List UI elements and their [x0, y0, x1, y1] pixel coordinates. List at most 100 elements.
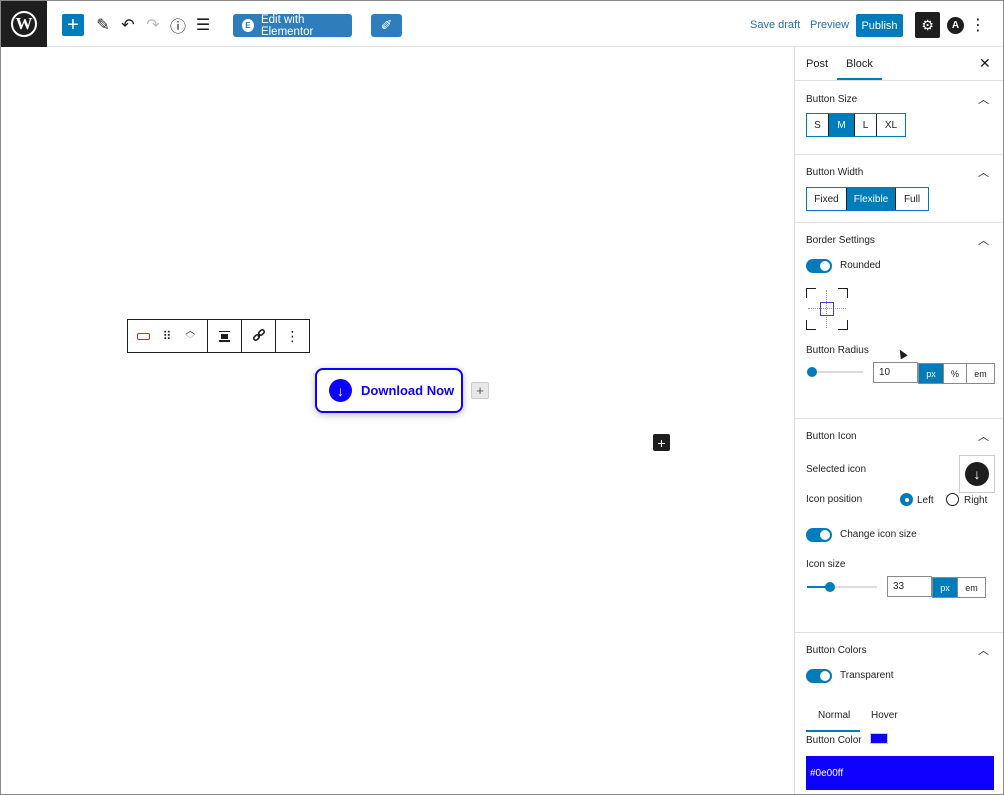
- button-radius-slider[interactable]: [807, 367, 863, 377]
- sidebar-tabs: Post Block ✕: [795, 47, 1003, 81]
- wordpress-logo-icon: W: [11, 11, 37, 37]
- panel-title[interactable]: Border Settings: [806, 235, 875, 246]
- corner-bottom-right[interactable]: [838, 320, 848, 330]
- icon-position-left-label[interactable]: Left: [917, 495, 934, 506]
- pencil-icon: ✎: [96, 17, 110, 34]
- button-radius-input[interactable]: 10: [873, 362, 918, 383]
- change-icon-size-toggle[interactable]: [806, 528, 832, 542]
- radius-unit-control: px % em: [918, 363, 995, 384]
- arrow-down-circle-icon: ↓: [329, 379, 352, 402]
- details-button[interactable]: ⓘ: [167, 14, 189, 36]
- selected-icon-label: Selected icon: [806, 464, 867, 475]
- icon-position-left-radio[interactable]: [900, 493, 913, 506]
- publish-button[interactable]: Publish: [856, 14, 903, 37]
- size-option-l[interactable]: L: [855, 114, 877, 136]
- add-block-button[interactable]: +: [653, 434, 670, 451]
- chevron-up-icon[interactable]: ︿: [978, 232, 989, 248]
- ruler-button[interactable]: ✐: [371, 14, 402, 37]
- tools-button[interactable]: ✎: [92, 14, 114, 36]
- panel-title[interactable]: Button Width: [806, 167, 863, 178]
- link-icon: [252, 329, 265, 342]
- redo-button[interactable]: ↷: [142, 14, 164, 36]
- block-toolbar-group-align: [208, 320, 242, 352]
- chevron-up-icon[interactable]: ︿: [978, 164, 989, 180]
- icon-size-slider[interactable]: [807, 582, 877, 592]
- transparent-toggle[interactable]: [806, 669, 832, 683]
- icon-position-right-label[interactable]: Right: [964, 495, 987, 506]
- active-tab-indicator: [837, 78, 882, 80]
- panel-title[interactable]: Button Icon: [806, 431, 857, 442]
- chevron-up-icon[interactable]: ︿: [978, 642, 989, 658]
- plus-icon: +: [67, 14, 79, 36]
- corner-top-right[interactable]: [838, 288, 848, 298]
- slider-thumb[interactable]: [825, 582, 835, 592]
- move-down-icon[interactable]: ﹀: [185, 336, 195, 346]
- gear-icon: ⚙: [921, 16, 934, 33]
- button-color-hex-field[interactable]: #0e00ff: [806, 756, 994, 790]
- download-now-button-block[interactable]: ↓ Download Now: [315, 368, 463, 413]
- size-option-xl[interactable]: XL: [877, 114, 905, 136]
- border-radius-corners-control[interactable]: [806, 288, 848, 330]
- redo-icon: ↷: [146, 17, 160, 34]
- panel-title[interactable]: Button Size: [806, 94, 857, 105]
- edit-with-elementor-button[interactable]: E Edit with Elementor: [233, 13, 352, 38]
- block-toolbar-group-link: [242, 320, 276, 352]
- icon-position-label: Icon position: [806, 494, 863, 505]
- undo-button[interactable]: ↶: [117, 14, 139, 36]
- block-toolbar-group-switcher: ⠿ ︿ ﹀: [128, 320, 208, 352]
- panel-button-width: Button Width ︿ Fixed Flexible Full: [795, 155, 1003, 223]
- tab-normal[interactable]: Normal: [818, 710, 850, 721]
- button-block-icon: [137, 332, 151, 340]
- panel-title[interactable]: Button Colors: [806, 645, 867, 656]
- width-option-flexible[interactable]: Flexible: [847, 188, 896, 210]
- icon-position-right-radio[interactable]: [946, 493, 959, 506]
- size-option-s[interactable]: S: [807, 114, 829, 136]
- block-toolbar: ⠿ ︿ ﹀ ⋮: [127, 319, 310, 353]
- unit-px[interactable]: px: [919, 364, 944, 383]
- icon-size-unit-control: px em: [932, 577, 986, 598]
- rounded-toggle[interactable]: [806, 259, 832, 273]
- chevron-up-icon[interactable]: ︿: [978, 91, 989, 107]
- tab-hover[interactable]: Hover: [871, 710, 898, 721]
- save-draft-button[interactable]: Save draft: [750, 19, 800, 31]
- link-button[interactable]: [242, 320, 275, 352]
- download-now-label[interactable]: Download Now: [361, 383, 454, 398]
- width-option-full[interactable]: Full: [896, 188, 928, 210]
- corner-top-left[interactable]: [806, 288, 816, 298]
- list-view-button[interactable]: ☰: [192, 14, 214, 36]
- drag-handle[interactable]: ⠿: [160, 320, 174, 352]
- width-option-fixed[interactable]: Fixed: [807, 188, 847, 210]
- button-color-swatch[interactable]: [870, 733, 888, 744]
- undo-icon: ↶: [121, 17, 135, 34]
- icon-size-input[interactable]: 33: [887, 576, 932, 597]
- selected-icon-picker[interactable]: ↓: [959, 455, 995, 493]
- block-inserter-button[interactable]: +: [62, 14, 84, 36]
- change-icon-size-label: Change icon size: [840, 529, 917, 540]
- astra-settings-button[interactable]: A: [947, 17, 964, 34]
- align-button[interactable]: [208, 320, 241, 352]
- slider-thumb[interactable]: [807, 367, 817, 377]
- size-option-m[interactable]: M: [829, 114, 855, 136]
- block-options-button[interactable]: ⋮: [276, 320, 309, 352]
- preview-button[interactable]: Preview: [810, 19, 849, 31]
- link-corners-toggle[interactable]: [820, 302, 834, 316]
- button-size-control: S M L XL: [806, 113, 906, 137]
- editor-canvas[interactable]: ⠿ ︿ ﹀ ⋮ ↓ Download Now + +: [1, 47, 793, 794]
- unit-em[interactable]: em: [967, 364, 994, 383]
- close-sidebar-button[interactable]: ✕: [979, 55, 991, 72]
- options-menu-button[interactable]: ⋮: [970, 14, 986, 36]
- panel-button-size: Button Size ︿ S M L XL: [795, 82, 1003, 155]
- add-button-appender[interactable]: +: [471, 382, 489, 399]
- edit-with-elementor-label: Edit with Elementor: [260, 13, 314, 38]
- corner-bottom-left[interactable]: [806, 320, 816, 330]
- tab-block[interactable]: Block: [846, 58, 873, 70]
- rounded-label: Rounded: [840, 260, 881, 271]
- tab-post[interactable]: Post: [806, 58, 828, 70]
- unit-em[interactable]: em: [958, 578, 985, 597]
- chevron-up-icon[interactable]: ︿: [978, 428, 989, 444]
- settings-button[interactable]: ⚙: [915, 12, 940, 38]
- wordpress-logo-button[interactable]: W: [1, 1, 47, 47]
- block-type-switcher[interactable]: [128, 320, 160, 352]
- unit-percent[interactable]: %: [944, 364, 967, 383]
- unit-px[interactable]: px: [933, 578, 958, 597]
